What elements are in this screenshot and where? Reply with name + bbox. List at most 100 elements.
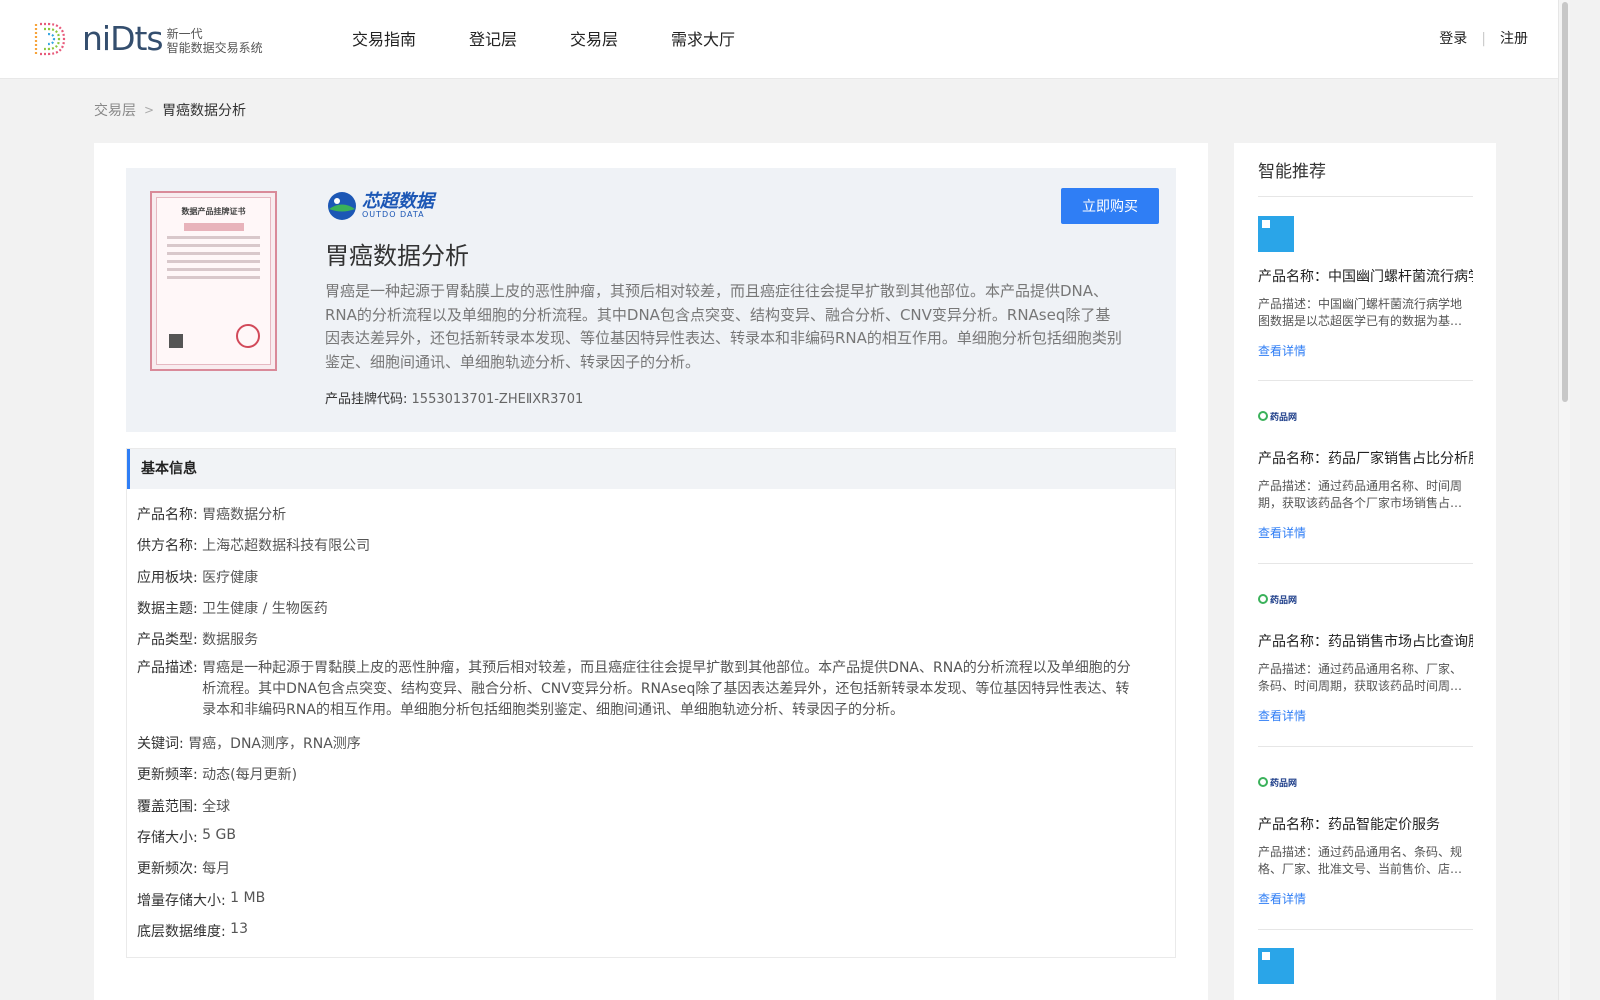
info-label: 数据主题: <box>137 601 198 617</box>
recommendation-item[interactable]: 药品网 产品名称：药品厂家销售占比分析服 产品描述：通过药品通用名称、时间周期，… <box>1258 408 1473 541</box>
info-label: 更新频次: <box>137 861 198 877</box>
info-value: 胃癌数据分析 <box>202 507 287 523</box>
certificate-line <box>167 276 260 279</box>
view-details-link[interactable]: 查看详情 <box>1258 342 1473 359</box>
product-thumbnail-icon <box>1258 216 1294 252</box>
recommendation-item[interactable]: 产品名称：中国幽门螺杆菌流行病学 产品描述：中国幽门螺杆菌流行病学地图数据是以芯… <box>1258 216 1473 359</box>
basic-info-heading: 基本信息 <box>127 449 1175 489</box>
listing-code: 产品挂牌代码: 1553013701-ZHEⅡXR3701 <box>325 388 583 407</box>
logo-subtitle-line2: 智能数据交易系统 <box>166 41 263 55</box>
breadcrumb: 交易层 > 胃癌数据分析 <box>94 100 246 120</box>
info-label: 关键词: <box>137 736 184 752</box>
info-row-keywords: 关键词: 胃癌，DNA测序，RNA测序 <box>137 733 361 753</box>
product-title: 胃癌数据分析 <box>325 242 469 270</box>
info-value: 卫生健康 / 生物医药 <box>202 601 328 617</box>
listing-code-value: 1553013701-ZHEⅡXR3701 <box>411 392 584 407</box>
certificate-title: 数据产品挂牌证书 <box>181 207 246 216</box>
nav-trading-layer[interactable]: 交易层 <box>570 0 618 79</box>
auth-divider: | <box>1481 31 1486 47</box>
listing-code-label: 产品挂牌代码: <box>325 392 408 407</box>
info-label: 应用板块: <box>137 570 198 586</box>
info-value: 胃癌是一种起源于胃黏膜上皮的恶性肿瘤，其预后相对较差，而且癌症往往会提早扩散到其… <box>202 660 1131 718</box>
info-label: 供方名称: <box>137 538 198 554</box>
brand-name-en: OUTDO DATA <box>362 210 425 219</box>
info-value: 动态(每月更新) <box>202 767 298 783</box>
chevron-right-icon: > <box>144 103 155 117</box>
supplier-brand-logo: 芯超数据 OUTDO DATA <box>326 190 434 222</box>
recommendation-name[interactable]: 产品名称：药品智能定价服务 <box>1258 814 1473 834</box>
qr-code-icon <box>169 334 183 348</box>
supplier-logo-icon: 药品网 <box>1258 408 1473 424</box>
divider <box>1258 929 1473 930</box>
view-details-link[interactable]: 查看详情 <box>1258 524 1473 541</box>
supplier-logo-text: 药品网 <box>1270 412 1298 423</box>
info-label: 增量存储大小: <box>137 893 226 909</box>
info-row-product-type: 产品类型: 数据服务 <box>137 629 258 649</box>
recommendation-item[interactable]: 药品网 产品名称：药品销售市场占比查询服 产品描述：通过药品通用名称、厂家、条码… <box>1258 591 1473 724</box>
recommendation-name[interactable]: 产品名称：中国幽门螺杆菌流行病学 <box>1258 266 1473 286</box>
buy-now-button[interactable]: 立即购买 <box>1061 188 1159 224</box>
login-link[interactable]: 登录 <box>1439 0 1467 79</box>
page-scrollbar[interactable] <box>1558 0 1570 1000</box>
info-value: 5 GB <box>202 827 236 843</box>
info-row-supplier: 供方名称: 上海芯超数据科技有限公司 <box>137 535 370 555</box>
logo-wordmark: niDts <box>82 19 164 58</box>
info-label: 存储大小: <box>137 830 198 846</box>
info-label: 产品类型: <box>137 632 198 648</box>
logo-dot-icon <box>1258 777 1268 787</box>
certificate-body: 数据产品挂牌证书 <box>156 197 271 365</box>
info-row-product-name: 产品名称: 胃癌数据分析 <box>137 504 286 524</box>
info-row-storage-size: 存储大小: 5 GB <box>137 827 236 847</box>
supplier-logo-text: 药品网 <box>1270 778 1298 789</box>
info-value: 全球 <box>202 799 231 815</box>
nav-registry-layer[interactable]: 登记层 <box>469 0 517 79</box>
info-row-description: 产品描述: 胃癌是一种起源于胃黏膜上皮的恶性肿瘤，其预后相对较差，而且癌症往往会… <box>137 658 1132 721</box>
product-thumbnail-icon <box>1258 948 1294 984</box>
logo-dot-icon <box>1258 411 1268 421</box>
product-hero: 数据产品挂牌证书 芯超数据 OUTDO DATA 立即购买 胃癌数据分析 胃癌是… <box>126 168 1176 432</box>
info-row-incremental-size: 增量存储大小: 1 MB <box>137 890 265 910</box>
scrollbar-thumb[interactable] <box>1562 2 1568 402</box>
logo-subtitle-line1: 新一代 <box>166 27 203 41</box>
nav-demand-hall[interactable]: 需求大厅 <box>671 0 735 79</box>
breadcrumb-current: 胃癌数据分析 <box>162 103 247 119</box>
recommendation-desc: 产品描述：通过药品通用名称、厂家、条码、时间周期，获取该药品时间周… <box>1258 662 1463 693</box>
certificate-line <box>167 252 260 255</box>
recommendation-name[interactable]: 产品名称：药品厂家销售占比分析服 <box>1258 448 1473 468</box>
info-value: 13 <box>230 921 248 937</box>
nav-trade-guide[interactable]: 交易指南 <box>352 0 416 79</box>
certificate-name-bar <box>183 223 244 231</box>
recommendation-panel: 智能推荐 产品名称：中国幽门螺杆菌流行病学 产品描述：中国幽门螺杆菌流行病学地图… <box>1234 143 1496 1000</box>
divider <box>1258 746 1473 747</box>
recommendation-item[interactable]: 药品网 产品名称：药品智能定价服务 产品描述：通过药品通用名、条码、规格、厂家、… <box>1258 774 1473 907</box>
view-details-link[interactable]: 查看详情 <box>1258 890 1473 907</box>
supplier-logo-text: 药品网 <box>1270 595 1298 606</box>
recommendation-title: 智能推荐 <box>1258 162 1326 182</box>
top-header: niDts 新一代 智能数据交易系统 交易指南 登记层 交易层 需求大厅 登录 … <box>0 0 1558 79</box>
certificate-image[interactable]: 数据产品挂牌证书 <box>150 191 277 371</box>
brand-name-cn: 芯超数据 <box>362 191 434 212</box>
divider <box>1258 380 1473 381</box>
info-row-sector: 应用板块: 医疗健康 <box>137 567 258 587</box>
product-detail-card: 数据产品挂牌证书 芯超数据 OUTDO DATA 立即购买 胃癌数据分析 胃癌是… <box>94 143 1208 1000</box>
auth-links: 登录 | 注册 <box>1439 0 1528 79</box>
site-logo[interactable]: niDts 新一代 智能数据交易系统 <box>30 20 263 58</box>
logo-dot-icon <box>1258 594 1268 604</box>
divider <box>1258 196 1473 197</box>
info-value: 数据服务 <box>202 632 259 648</box>
breadcrumb-parent[interactable]: 交易层 <box>94 100 136 120</box>
info-row-update-cadence: 更新频次: 每月 <box>137 858 230 878</box>
logo-d-icon <box>34 22 66 56</box>
register-link[interactable]: 注册 <box>1500 0 1528 79</box>
info-label: 产品描述: <box>137 660 198 676</box>
brand-text: 芯超数据 OUTDO DATA <box>362 193 434 219</box>
info-value: 医疗健康 <box>202 570 259 586</box>
recommendation-item[interactable] <box>1258 948 1473 984</box>
info-label: 更新频率: <box>137 767 198 783</box>
info-row-dimensions: 底层数据维度: 13 <box>137 921 248 941</box>
info-row-coverage: 覆盖范围: 全球 <box>137 796 230 816</box>
recommendation-name[interactable]: 产品名称：药品销售市场占比查询服 <box>1258 631 1473 651</box>
info-value: 每月 <box>202 861 231 877</box>
view-details-link[interactable]: 查看详情 <box>1258 707 1473 724</box>
info-value: 1 MB <box>230 890 266 906</box>
